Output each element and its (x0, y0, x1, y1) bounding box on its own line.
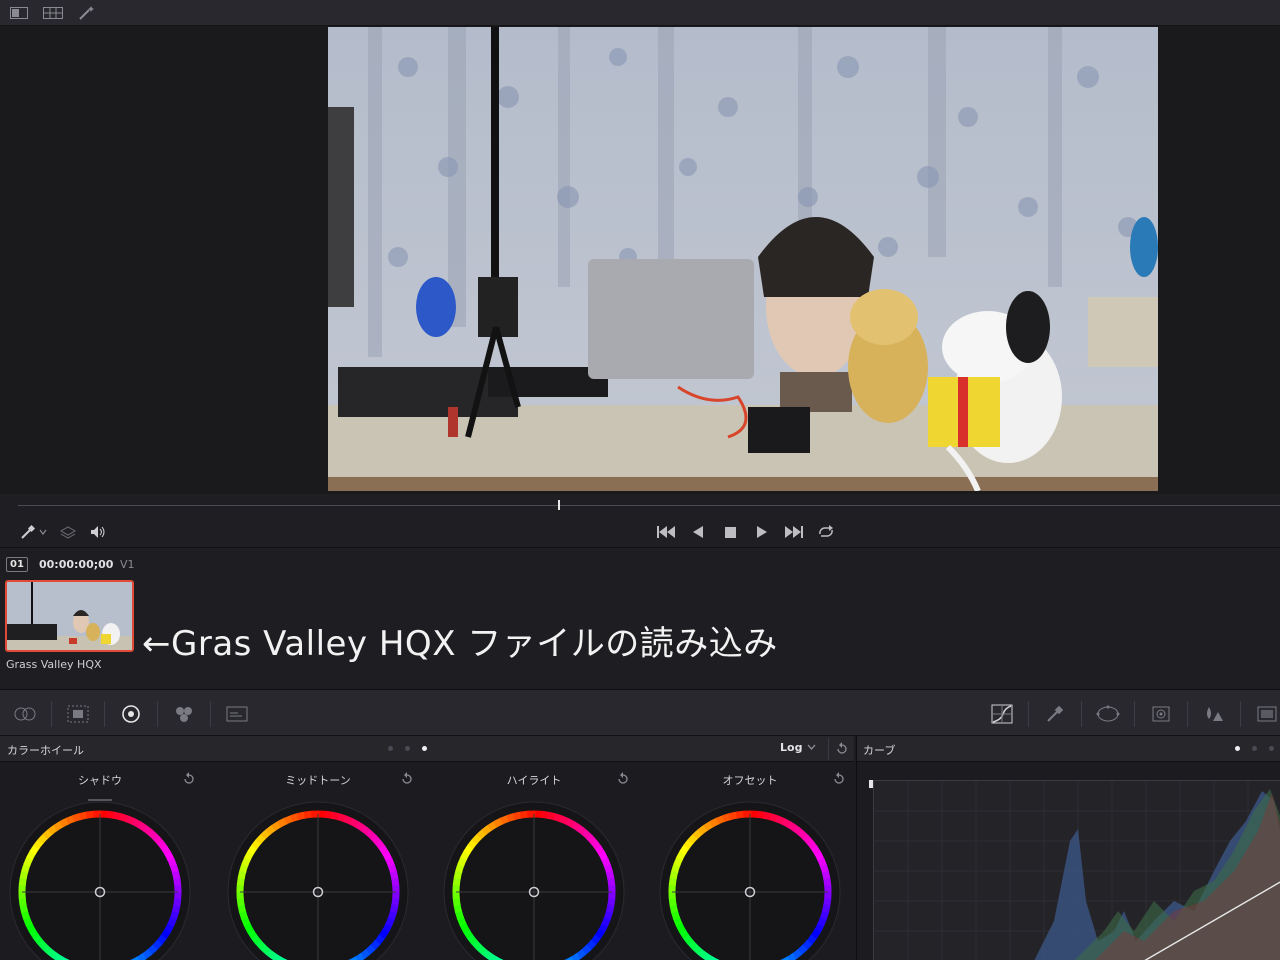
color-toolbar (0, 690, 1280, 736)
wheel-label: ミッドトーン (285, 774, 351, 787)
viewer-frame[interactable] (328, 27, 1158, 491)
clip-thumbnail[interactable] (5, 580, 134, 652)
clip-number: 01 (6, 557, 28, 572)
magic-wand-icon[interactable] (76, 4, 98, 22)
scrub-track[interactable] (18, 505, 1280, 506)
viewer-image (328, 27, 1158, 491)
split-viewer-icon[interactable] (42, 4, 64, 22)
wheel-highlights[interactable]: ハイライト (426, 762, 642, 960)
color-wheel-icon[interactable] (426, 792, 642, 960)
chevron-down-icon (807, 741, 816, 754)
curves-header: カーブ (857, 736, 1280, 762)
layers-icon[interactable] (58, 522, 78, 542)
page-dot[interactable] (1252, 746, 1257, 751)
reset-icon[interactable] (182, 772, 196, 786)
reset-icon[interactable] (400, 772, 414, 786)
blur-icon[interactable] (1201, 702, 1227, 726)
chevron-down-icon[interactable] (38, 522, 48, 542)
transport-bar (0, 516, 1280, 548)
viewer (0, 26, 1280, 494)
clip-track-label: V1 (120, 558, 135, 571)
window-icon[interactable] (1095, 702, 1121, 726)
wheel-label: オフセット (722, 774, 778, 787)
camera-raw-icon[interactable] (12, 702, 38, 726)
reset-icon[interactable] (616, 772, 630, 786)
wheel-midtones[interactable]: ミッドトーン (210, 762, 426, 960)
clip-strip: 01 00:00:00;00 V1 Grass Valley HQX ←Gras… (0, 548, 1280, 690)
page-dots[interactable] (388, 746, 427, 751)
wheel-mode-select[interactable]: Log (780, 741, 816, 754)
stop-icon[interactable] (720, 522, 740, 542)
wheel-mode-value: Log (780, 741, 803, 754)
reset-icon[interactable] (832, 772, 846, 786)
wheel-shadows[interactable]: シャドウ (0, 762, 208, 960)
color-wheels-panel: カラーホイール Log シャドウ ミッドトーン ハイライト オフセット (0, 736, 854, 960)
page-dot-active[interactable] (1235, 746, 1240, 751)
eyedropper-icon[interactable] (18, 522, 38, 542)
color-match-icon[interactable] (65, 702, 91, 726)
play-icon[interactable] (752, 522, 772, 542)
page-dot[interactable] (388, 746, 393, 751)
color-wheels-title: カラーホイール (7, 744, 84, 757)
speaker-icon[interactable] (88, 522, 108, 542)
curves-icon[interactable] (989, 702, 1015, 726)
rgb-mixer-icon[interactable] (171, 702, 197, 726)
color-wheels-header: カラーホイール Log (0, 736, 854, 762)
clip-timecode: 00:00:00;00 (39, 558, 114, 571)
color-wheel-icon[interactable] (0, 792, 208, 960)
page-dot[interactable] (405, 746, 410, 751)
single-viewer-icon[interactable] (8, 4, 30, 22)
color-wheel-icon[interactable] (210, 792, 426, 960)
color-wheels-icon[interactable] (118, 702, 144, 726)
loop-icon[interactable] (816, 522, 836, 542)
curves-graph[interactable] (873, 780, 1280, 960)
wheel-label: ハイライト (506, 774, 562, 787)
curves-panel: カーブ (856, 736, 1280, 960)
viewer-toolbar (0, 0, 1280, 26)
page-dot-active[interactable] (422, 746, 427, 751)
curves-histogram (874, 781, 1280, 960)
page-dots[interactable] (1235, 746, 1274, 751)
clip-thumbnail-image (7, 582, 132, 650)
clip-name: Grass Valley HQX (6, 658, 102, 671)
reset-all-icon[interactable] (828, 738, 854, 760)
skip-to-start-icon[interactable] (656, 522, 676, 542)
tracker-icon[interactable] (1148, 702, 1174, 726)
qualifier-icon[interactable] (1042, 702, 1068, 726)
page-dot[interactable] (1269, 746, 1274, 751)
color-wheel-icon[interactable] (642, 792, 858, 960)
skip-to-end-icon[interactable] (784, 522, 804, 542)
curves-title: カーブ (863, 744, 896, 757)
wheel-offset[interactable]: オフセット (642, 762, 858, 960)
key-icon[interactable] (1254, 702, 1280, 726)
play-reverse-icon[interactable] (688, 522, 708, 542)
motion-effects-icon[interactable] (224, 702, 250, 726)
wheel-label: シャドウ (78, 774, 122, 787)
annotation-text: ←Gras Valley HQX ファイルの読み込み (142, 624, 778, 664)
playhead[interactable] (558, 500, 560, 510)
scrubber[interactable] (0, 494, 1280, 516)
